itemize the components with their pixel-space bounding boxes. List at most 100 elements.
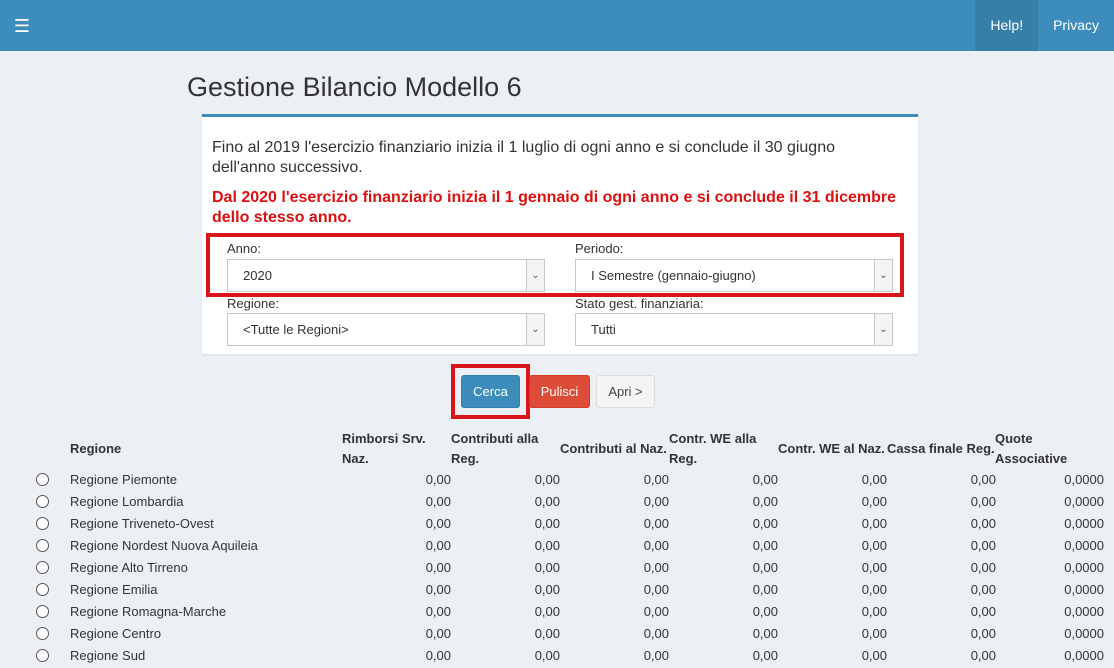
table-row[interactable]: Regione Piemonte 0,00 0,00 0,00 0,00 0,00 0,00… [0,470,1114,492]
header-cassa: Cassa finale Reg. [887,441,995,456]
row-value-cell: 0,00 [534,626,560,641]
row-value-cell: 0,0000 [1064,560,1104,575]
row-radio-button[interactable] [36,561,49,574]
row-value-cell: 0,00 [643,560,669,575]
table-row[interactable]: Regione Romagna-Marche 0,00 0,00 0,00 0,00 0,… [0,602,1114,624]
row-value-cell: 0,00 [752,472,778,487]
chevron-down-icon: ⌄ [526,314,544,345]
row-value-cell: 0,00 [752,560,778,575]
header-regione: Regione [70,441,122,456]
row-radio-button[interactable] [36,649,49,662]
chevron-down-icon: ⌄ [874,314,892,345]
table-row[interactable]: Regione Emilia 0,00 0,00 0,00 0,00 0,00 0,00 0,… [0,580,1114,602]
row-value-cell: 0,00 [861,648,887,663]
row-regione-name: Regione Centro [70,626,162,641]
table-row[interactable]: Regione Lombardia 0,00 0,00 0,00 0,00 0,00 0,0… [0,492,1114,514]
row-value-cell: 0,00 [643,472,669,487]
info-text: Fino al 2019 l'esercizio finanziario ini… [212,139,835,176]
nav-right: Help! Privacy [975,0,1114,51]
help-link[interactable]: Help! [975,0,1039,51]
apri-button[interactable]: Apri > [596,375,655,408]
row-value-cell: 0,00 [970,538,996,553]
warning-text: Dal 2020 l'esercizio finanziario inizia … [212,189,896,226]
row-radio-button[interactable] [36,539,49,552]
header-contributi-naz: Contributi al Naz. [560,441,667,456]
row-regione-name: Regione Nordest Nuova Aquileia [70,538,258,553]
row-regione-name: Regione Emilia [70,582,158,597]
row-radio-button[interactable] [36,583,49,596]
row-radio-button[interactable] [36,495,49,508]
table-row[interactable]: Regione Sud 0,00 0,00 0,00 0,00 0,00 0,00 0,000… [0,646,1114,668]
table-row[interactable]: Regione Alto Tirreno 0,00 0,00 0,00 0,00 0,00… [0,558,1114,580]
row-value-cell: 0,00 [643,538,669,553]
row-radio-button[interactable] [36,473,49,486]
row-value-cell: 0,0000 [1064,582,1104,597]
row-value-cell: 0,00 [534,582,560,597]
header-quote: Quote Associative [995,429,1067,469]
header-rimborsi-line2: Naz. [342,451,369,466]
stato-select-value: Tutti [591,322,616,337]
row-value-cell: 0,00 [970,582,996,597]
row-value-cell: 0,00 [643,604,669,619]
header-quote-line1: Quote [995,431,1033,446]
row-value-cell: 0,00 [970,626,996,641]
hamburger-icon[interactable]: ☰ [10,14,34,38]
row-value-cell: 0,00 [861,494,887,509]
row-value-cell: 0,00 [752,538,778,553]
row-value-cell: 0,00 [970,494,996,509]
row-value-cell: 0,00 [643,516,669,531]
top-navbar: ☰ Help! Privacy [0,0,1114,51]
row-regione-name: Regione Lombardia [70,494,184,509]
stato-select[interactable]: Tutti ⌄ [575,313,893,346]
row-value-cell: 0,00 [970,648,996,663]
regione-select-value: <Tutte le Regioni> [243,322,349,337]
page-title: Gestione Bilancio Modello 6 [187,72,522,102]
row-value-cell: 0,00 [643,582,669,597]
row-value-cell: 0,00 [534,494,560,509]
row-value-cell: 0,00 [534,560,560,575]
header-rimborsi-line1: Rimborsi Srv. [342,431,426,446]
row-value-cell: 0,00 [752,648,778,663]
row-value-cell: 0,00 [861,582,887,597]
row-value-cell: 0,0000 [1064,516,1104,531]
row-regione-name: Regione Piemonte [70,472,177,487]
row-value-cell: 0,00 [425,626,451,641]
header-rimborsi: Rimborsi Srv. Naz. [342,429,426,469]
row-value-cell: 0,00 [861,604,887,619]
row-value-cell: 0,00 [534,516,560,531]
row-value-cell: 0,00 [534,538,560,553]
row-radio-button[interactable] [36,627,49,640]
row-value-cell: 0,0000 [1064,538,1104,553]
row-radio-button[interactable] [36,517,49,530]
row-radio-button[interactable] [36,605,49,618]
row-regione-name: Regione Alto Tirreno [70,560,188,575]
highlight-box-cerca [451,364,530,419]
row-value-cell: 0,00 [534,604,560,619]
row-value-cell: 0,00 [970,472,996,487]
row-value-cell: 0,0000 [1064,472,1104,487]
row-value-cell: 0,00 [425,604,451,619]
row-value-cell: 0,00 [861,626,887,641]
regione-select[interactable]: <Tutte le Regioni> ⌄ [227,313,545,346]
row-value-cell: 0,00 [643,494,669,509]
row-value-cell: 0,00 [425,648,451,663]
pulisci-button[interactable]: Pulisci [529,375,590,408]
row-value-cell: 0,00 [643,626,669,641]
row-value-cell: 0,00 [425,472,451,487]
row-value-cell: 0,00 [425,538,451,553]
header-contr-we-reg: Contr. WE alla Reg. [669,429,756,469]
header-contr-we-naz: Contr. WE al Naz. [778,441,885,456]
table-row[interactable]: Regione Centro 0,00 0,00 0,00 0,00 0,00 0,00 0,… [0,624,1114,646]
row-regione-name: Regione Sud [70,648,146,663]
row-value-cell: 0,00 [752,516,778,531]
row-regione-name: Regione Triveneto-Ovest [70,516,214,531]
row-value-cell: 0,00 [752,604,778,619]
row-value-cell: 0,00 [643,648,669,663]
table-row[interactable]: Regione Triveneto-Ovest 0,00 0,00 0,00 0,00 0… [0,514,1114,536]
privacy-link[interactable]: Privacy [1038,0,1114,51]
row-value-cell: 0,00 [425,560,451,575]
row-value-cell: 0,0000 [1064,494,1104,509]
table-row[interactable]: Regione Nordest Nuova Aquileia 0,00 0,00 0,… [0,536,1114,558]
row-value-cell: 0,00 [752,494,778,509]
row-value-cell: 0,00 [425,494,451,509]
